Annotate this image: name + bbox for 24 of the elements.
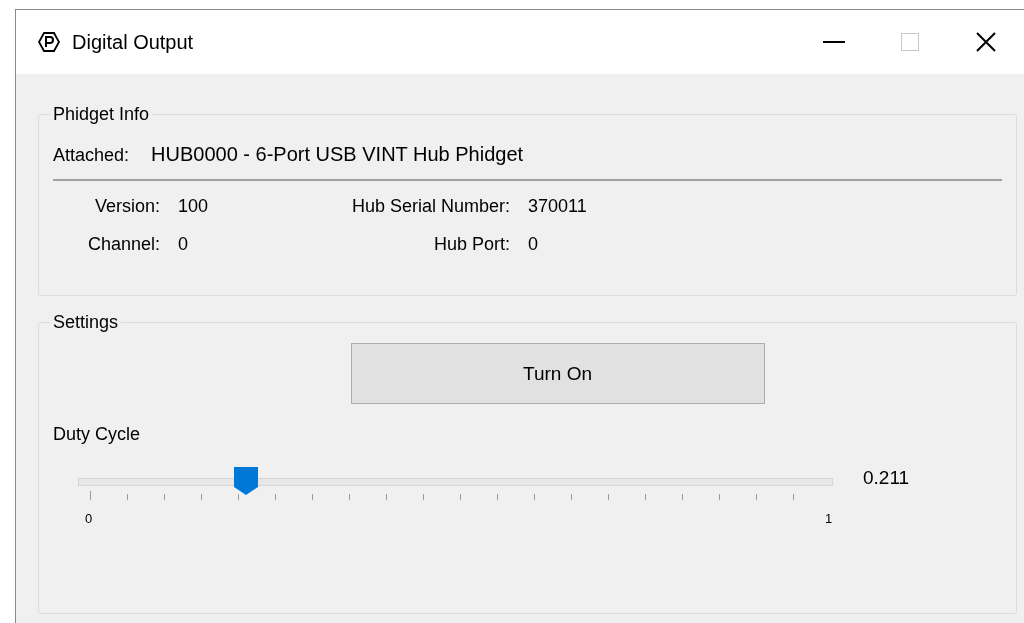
- turn-on-button[interactable]: Turn On: [350, 343, 765, 404]
- maximize-icon: [901, 33, 919, 51]
- field-value: 0: [528, 234, 539, 255]
- group-title: Phidget Info: [52, 104, 151, 125]
- slider-thumb[interactable]: [233, 466, 260, 496]
- close-icon: [976, 32, 996, 52]
- field-value: 0: [178, 234, 189, 255]
- slider-value: 0.211: [863, 467, 910, 489]
- app-logo-icon: [38, 31, 60, 53]
- slider-label: Duty Cycle: [53, 424, 142, 445]
- field-label: Hub Serial Number:: [350, 196, 510, 217]
- field-value: 100: [178, 196, 210, 217]
- attached-label: Attached:: [53, 145, 130, 166]
- tick-label: 1: [825, 511, 833, 526]
- field-label: Channel:: [86, 234, 160, 255]
- field-label: Hub Port:: [432, 234, 510, 255]
- window-title: Digital Output: [72, 30, 195, 54]
- tick-label: 0: [85, 511, 93, 526]
- slider-track[interactable]: [78, 478, 833, 486]
- field-label: Version:: [93, 196, 160, 217]
- attached-value: HUB0000 - 6-Port USB VINT Hub Phidget: [151, 143, 524, 166]
- minimize-icon: [823, 41, 845, 43]
- field-value: 370011: [528, 196, 588, 217]
- group-title: Settings: [52, 312, 120, 333]
